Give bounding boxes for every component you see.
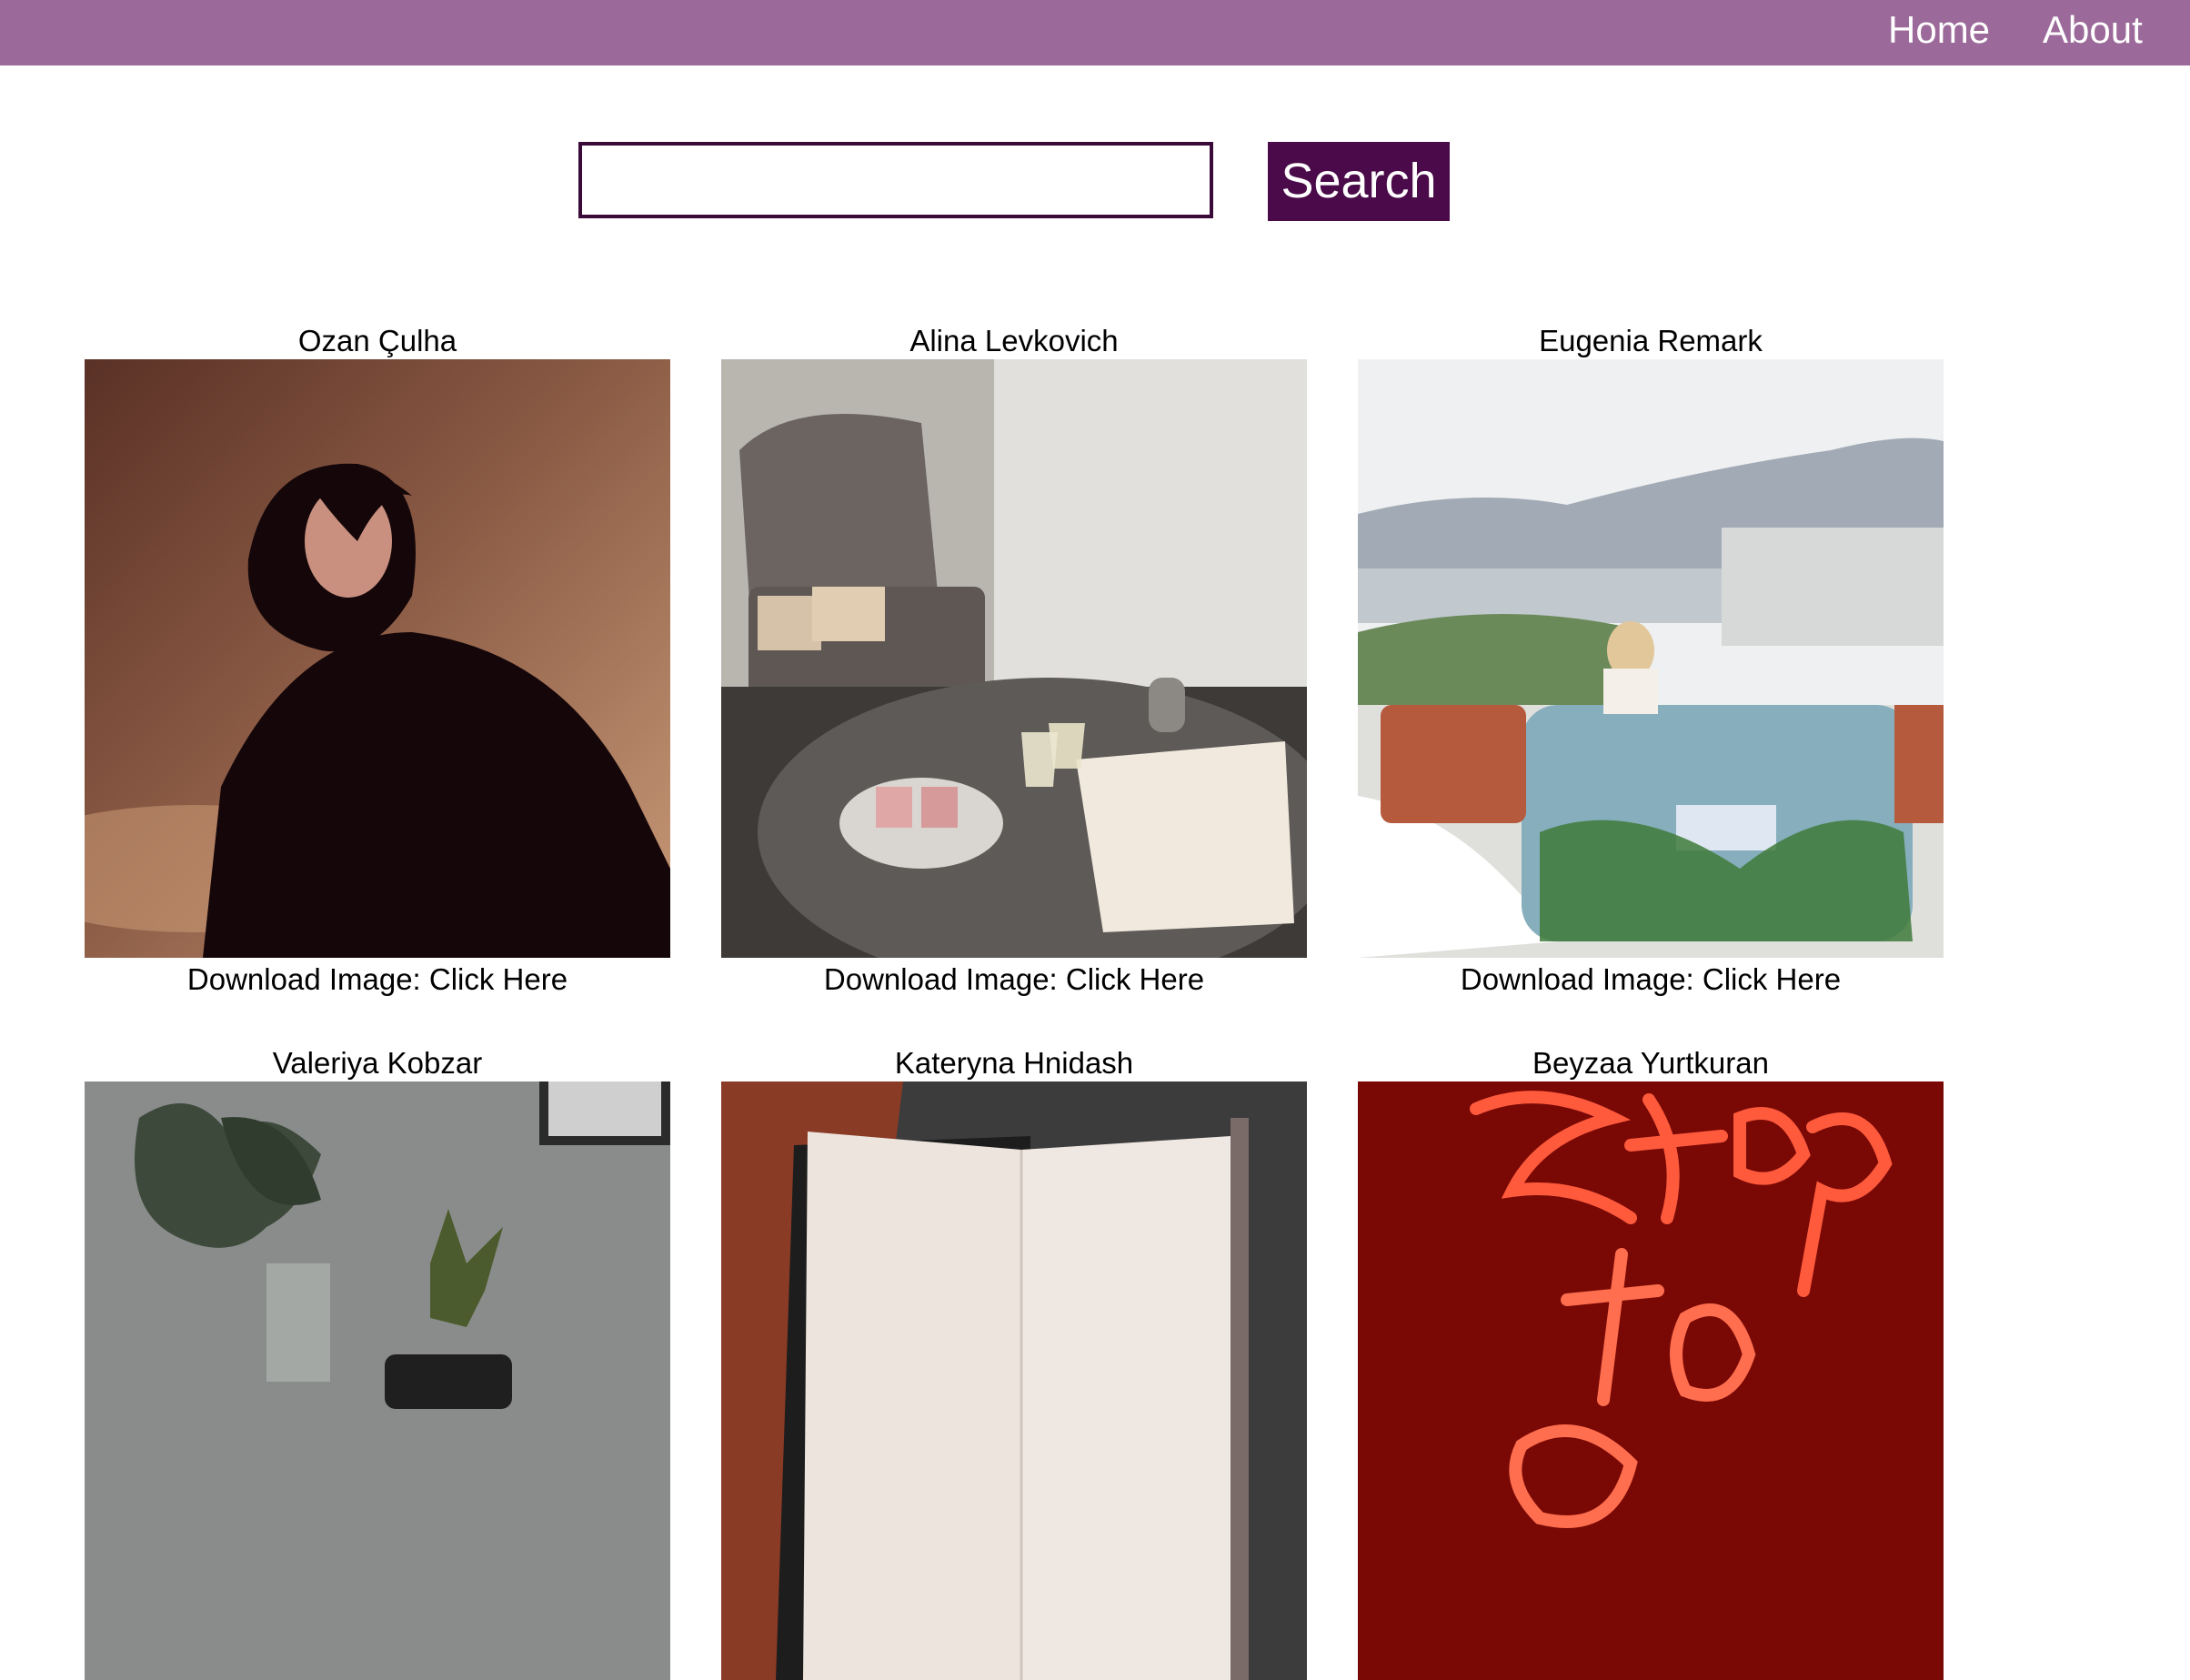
photographer-name: Valeriya Kobzar <box>272 1046 483 1080</box>
download-label: Download Image: <box>1460 962 1703 996</box>
download-text: Download Image: Click Here <box>85 958 670 1001</box>
plants-and-pineapple-photo <box>85 1081 670 1680</box>
open-notebook-photo <box>721 1081 1307 1680</box>
download-label: Download Image: <box>823 962 1066 996</box>
download-label: Download Image: <box>186 962 429 996</box>
top-navbar: Home About <box>0 0 2190 65</box>
download-text: Download Image: Click Here <box>1358 958 1944 1001</box>
download-text: Download Image: Click Here <box>721 958 1307 1001</box>
photographer-name: Kateryna Hnidash <box>894 1046 1134 1080</box>
wedding-convertible-car-photo <box>1358 359 1944 958</box>
search-button[interactable]: Search <box>1268 142 1450 221</box>
red-neon-sign-photo <box>1358 1081 1944 1680</box>
download-link[interactable]: Click Here <box>1066 962 1204 996</box>
table-with-wine-and-book-photo <box>721 359 1307 958</box>
nav-about-link[interactable]: About <box>2043 0 2143 60</box>
photographer-name: Alina Levkovich <box>909 324 1119 357</box>
nav-home-link[interactable]: Home <box>1888 0 1990 60</box>
photographer-name: Eugenia Remark <box>1539 324 1763 357</box>
download-link[interactable]: Click Here <box>1703 962 1841 996</box>
search-input[interactable] <box>578 142 1213 218</box>
photographer-name: Ozan Çulha <box>297 324 457 357</box>
portrait-photo <box>85 359 670 958</box>
photographer-name: Beyzaa Yurtkuran <box>1532 1046 1769 1080</box>
download-link[interactable]: Click Here <box>429 962 568 996</box>
